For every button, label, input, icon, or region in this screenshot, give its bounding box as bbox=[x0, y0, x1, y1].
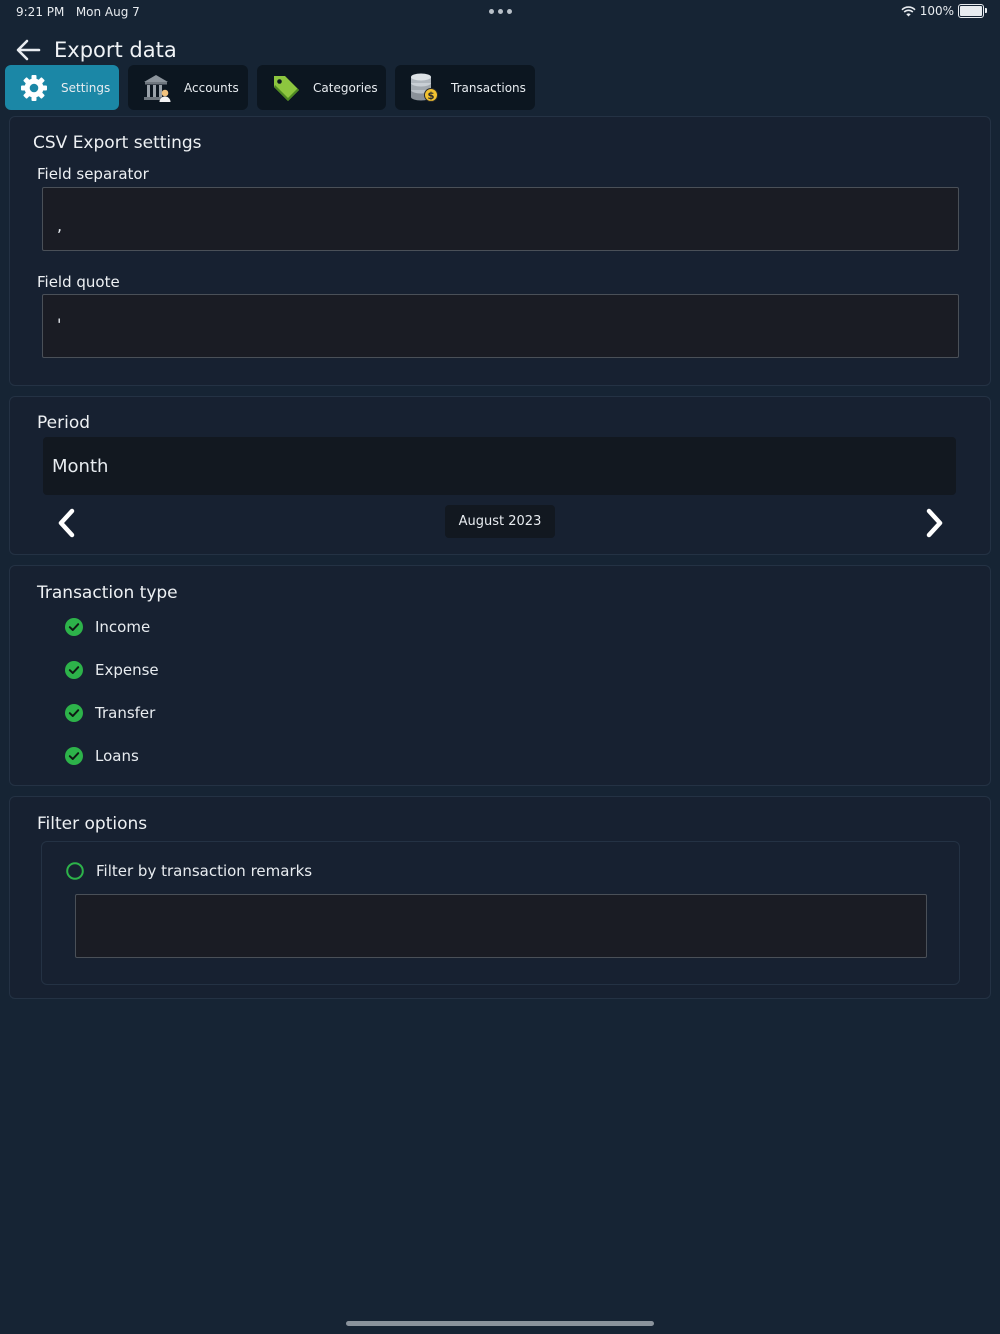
header: Export data bbox=[14, 34, 177, 66]
tag-icon bbox=[271, 73, 301, 103]
checked-circle-icon bbox=[65, 747, 83, 765]
transaction-type-card: Transaction type Income Expense Transfer… bbox=[9, 565, 991, 786]
current-period-label: August 2023 bbox=[445, 505, 555, 538]
transaction-type-title: Transaction type bbox=[37, 583, 178, 603]
tab-bar: Settings Accounts Categories $ Transacti… bbox=[5, 65, 535, 110]
wifi-icon bbox=[901, 5, 916, 16]
transaction-type-expense[interactable]: Expense bbox=[65, 661, 159, 679]
csv-settings-card: CSV Export settings Field separator , Fi… bbox=[9, 116, 991, 386]
filter-remarks-toggle[interactable]: Filter by transaction remarks bbox=[66, 862, 312, 880]
battery-percent: 100% bbox=[919, 4, 954, 18]
status-time: 9:21 PM Mon Aug 7 bbox=[16, 5, 140, 19]
period-card: Period Month August 2023 bbox=[9, 396, 991, 555]
field-separator-label: Field separator bbox=[37, 165, 149, 183]
tab-categories[interactable]: Categories bbox=[257, 65, 386, 110]
tab-settings-label: Settings bbox=[61, 80, 111, 95]
bank-icon bbox=[142, 73, 172, 103]
battery-icon bbox=[958, 4, 987, 18]
home-indicator[interactable] bbox=[346, 1321, 654, 1326]
previous-period-chevron-icon[interactable] bbox=[53, 507, 81, 539]
tab-transactions[interactable]: $ Transactions bbox=[395, 65, 535, 110]
field-quote-label: Field quote bbox=[37, 273, 120, 291]
field-quote-input[interactable]: ' bbox=[42, 294, 959, 358]
filter-remarks-input[interactable] bbox=[75, 894, 927, 958]
csv-settings-title: CSV Export settings bbox=[33, 133, 202, 153]
page-title: Export data bbox=[54, 38, 177, 62]
multitasking-dots-icon[interactable] bbox=[489, 9, 512, 14]
transaction-type-income[interactable]: Income bbox=[65, 618, 150, 636]
tab-categories-label: Categories bbox=[313, 80, 378, 95]
back-arrow-icon[interactable] bbox=[14, 36, 42, 64]
next-period-chevron-icon[interactable] bbox=[920, 507, 948, 539]
filter-options-card: Filter options Filter by transaction rem… bbox=[9, 796, 991, 999]
filter-remarks-panel: Filter by transaction remarks bbox=[41, 841, 960, 985]
gear-icon bbox=[19, 73, 49, 103]
tab-accounts-label: Accounts bbox=[184, 80, 239, 95]
transaction-type-loans[interactable]: Loans bbox=[65, 747, 139, 765]
period-title: Period bbox=[37, 413, 91, 433]
status-date: Mon Aug 7 bbox=[75, 5, 140, 19]
svg-text:$: $ bbox=[428, 91, 435, 102]
field-separator-input[interactable]: , bbox=[42, 187, 959, 251]
checked-circle-icon bbox=[65, 618, 83, 636]
coins-icon: $ bbox=[409, 73, 439, 103]
status-bar: 9:21 PM Mon Aug 7 100% bbox=[0, 0, 1000, 24]
tab-accounts[interactable]: Accounts bbox=[128, 65, 248, 110]
filter-options-title: Filter options bbox=[37, 814, 148, 834]
checked-circle-icon bbox=[65, 661, 83, 679]
status-right: 100% bbox=[901, 4, 987, 18]
tab-transactions-label: Transactions bbox=[451, 80, 526, 95]
tab-settings[interactable]: Settings bbox=[5, 65, 119, 110]
checked-circle-icon bbox=[65, 704, 83, 722]
period-mode-select[interactable]: Month bbox=[43, 437, 956, 495]
transaction-type-transfer[interactable]: Transfer bbox=[65, 704, 155, 722]
unchecked-circle-icon bbox=[66, 862, 84, 880]
